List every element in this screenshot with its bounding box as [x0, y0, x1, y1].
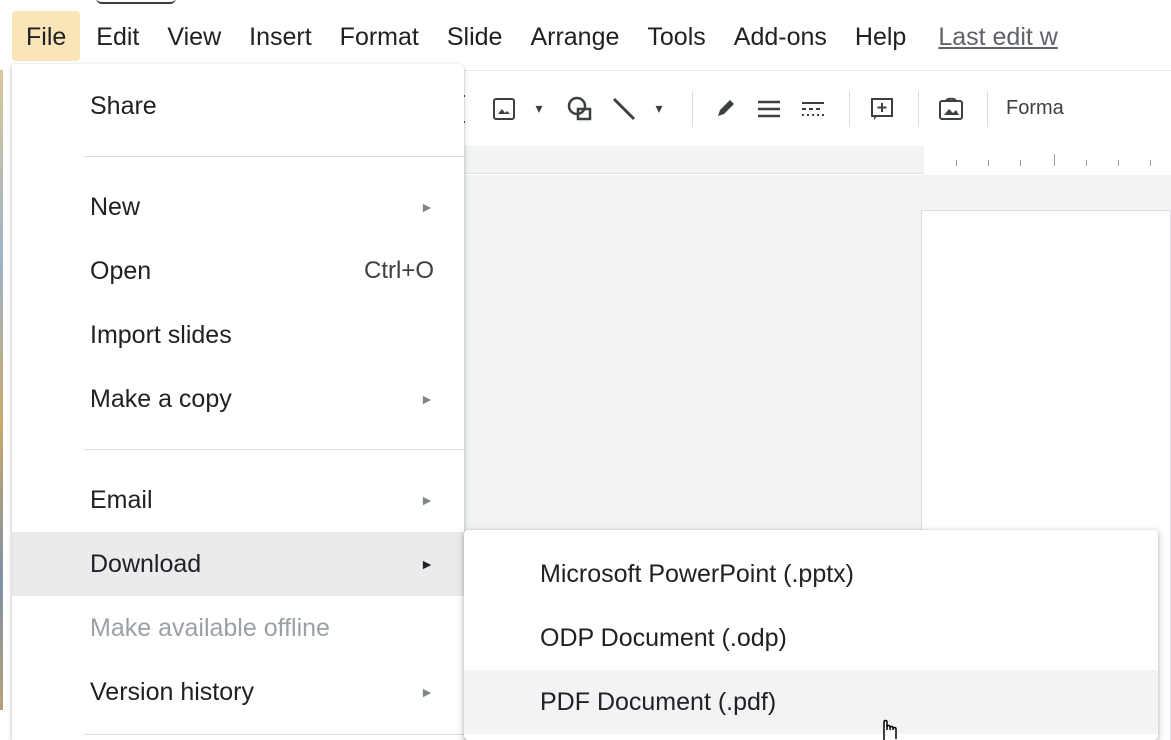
file-menu-import-slides[interactable]: Import slides	[12, 303, 464, 367]
file-menu-share[interactable]: Share	[12, 74, 464, 138]
menu-bar: File Edit View Insert Format Slide Arran…	[0, 8, 1171, 64]
menu-divider	[84, 449, 464, 450]
toolbar-separator	[849, 90, 850, 127]
download-pptx[interactable]: Microsoft PowerPoint (.pptx)	[464, 542, 1158, 606]
submenu-arrow-icon: ►	[420, 556, 434, 572]
comment-add-icon[interactable]	[862, 89, 902, 129]
menu-edit[interactable]: Edit	[84, 11, 151, 61]
menu-slide[interactable]: Slide	[435, 11, 515, 61]
border-dash-icon[interactable]	[793, 89, 833, 129]
submenu-arrow-icon: ►	[420, 492, 434, 508]
menu-item-label: Open	[90, 256, 152, 285]
shape-icon[interactable]	[560, 89, 600, 129]
download-pdf[interactable]: PDF Document (.pdf)	[464, 670, 1158, 734]
menu-help[interactable]: Help	[843, 11, 918, 61]
title-clip	[0, 0, 1171, 6]
format-options-button[interactable]: Forma	[1000, 97, 1064, 120]
shortcut-label: Ctrl+O	[363, 257, 434, 284]
toolbar-separator	[692, 90, 693, 127]
menu-item-label: Make available offline	[90, 613, 330, 642]
submenu-arrow-icon: ►	[420, 199, 434, 215]
image-dropdown-icon[interactable]: ▾	[528, 89, 550, 129]
menu-insert[interactable]: Insert	[237, 11, 324, 61]
toolbar: ▾ ▾ Forma	[440, 70, 1171, 146]
horizontal-ruler	[924, 146, 1171, 174]
toolbar-separator	[987, 90, 988, 127]
file-menu-version-history[interactable]: Version history ►	[12, 660, 464, 724]
download-submenu: Microsoft PowerPoint (.pptx) ODP Documen…	[464, 530, 1158, 740]
file-menu-make-copy[interactable]: Make a copy ►	[12, 367, 464, 431]
submenu-arrow-icon: ►	[420, 391, 434, 407]
file-menu-open[interactable]: Open Ctrl+O	[12, 239, 464, 303]
hand-cursor-icon	[878, 716, 910, 740]
image-icon[interactable]	[484, 89, 524, 129]
menu-item-label: Import slides	[90, 320, 232, 349]
menu-item-label: Version history	[90, 677, 254, 706]
menu-item-label: Make a copy	[90, 384, 232, 413]
menu-view[interactable]: View	[155, 11, 233, 61]
ruler-bar	[464, 146, 1171, 174]
download-odp[interactable]: ODP Document (.odp)	[464, 606, 1158, 670]
menu-tools[interactable]: Tools	[635, 11, 717, 61]
file-menu-email[interactable]: Email ►	[12, 468, 464, 532]
last-edit-link[interactable]: Last edit w	[922, 11, 1070, 61]
menu-divider	[84, 734, 464, 735]
background-window-strip	[0, 70, 3, 710]
menu-item-label: New	[90, 192, 141, 221]
menu-arrange[interactable]: Arrange	[518, 11, 631, 61]
menu-item-label: Download	[90, 549, 202, 578]
menu-addons[interactable]: Add-ons	[722, 11, 839, 61]
menu-item-label: Email	[90, 485, 153, 514]
border-weight-icon[interactable]	[749, 89, 789, 129]
toolbar-separator	[918, 90, 919, 127]
menu-item-label: Share	[90, 91, 157, 120]
background-icon[interactable]	[931, 89, 971, 129]
submenu-arrow-icon: ►	[420, 684, 434, 700]
menu-divider	[84, 156, 464, 157]
line-dropdown-icon[interactable]: ▾	[648, 89, 670, 129]
menu-file[interactable]: File	[12, 11, 81, 61]
file-menu-download[interactable]: Download ►	[12, 532, 464, 596]
file-menu-new[interactable]: New ►	[12, 175, 464, 239]
menu-format[interactable]: Format	[328, 11, 431, 61]
file-menu-make-available-offline: Make available offline	[12, 596, 464, 660]
pen-icon[interactable]	[705, 89, 745, 129]
line-icon[interactable]	[604, 89, 644, 129]
file-menu-dropdown: Share New ► Open Ctrl+O Import slides Ma…	[12, 64, 464, 740]
